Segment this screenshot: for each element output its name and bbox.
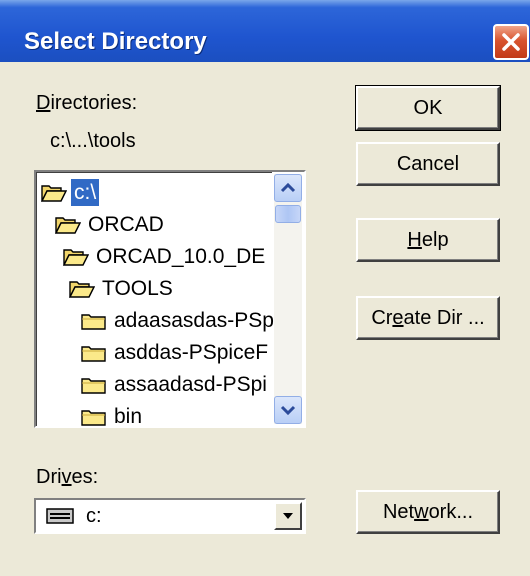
dropdown-arrow-icon — [283, 513, 293, 519]
drives-label: Drives: — [36, 466, 99, 488]
drives-dropdown-button[interactable] — [274, 502, 302, 530]
directory-item[interactable]: ORCAD_10.0_DE — [63, 241, 268, 272]
directory-item-label: adaasasdas-PSp — [114, 309, 274, 332]
folder-icon — [81, 409, 106, 426]
directory-item[interactable]: c:\ — [41, 177, 100, 208]
directory-item[interactable]: bin — [81, 401, 145, 428]
directory-item[interactable]: assaadasd-PSpi — [81, 369, 270, 400]
folder-icon — [81, 377, 106, 394]
directory-item[interactable]: asddas-PSpiceF — [81, 337, 271, 368]
window-title: Select Directory — [24, 28, 207, 55]
current-path: c:\...\tools — [50, 130, 136, 152]
help-button[interactable]: Help — [356, 218, 500, 262]
close-icon — [502, 33, 520, 51]
open-folder-icon — [55, 216, 81, 234]
selected-drive: c: — [86, 505, 102, 527]
network-button[interactable]: Network... — [356, 490, 500, 534]
directory-item-label: bin — [114, 405, 143, 428]
directory-item-label: TOOLS — [102, 277, 173, 300]
close-button[interactable] — [493, 24, 529, 60]
create-dir-button[interactable]: Create Dir ... — [356, 296, 500, 340]
chevron-up-icon — [280, 182, 296, 193]
hard-drive-icon — [46, 508, 74, 524]
directory-scrollbar[interactable] — [274, 174, 302, 424]
ok-button[interactable]: OK — [355, 85, 501, 131]
title-bar[interactable]: Select Directory — [0, 0, 530, 62]
cancel-button[interactable]: Cancel — [356, 142, 500, 186]
open-folder-icon — [63, 248, 89, 266]
scroll-up-button[interactable] — [274, 174, 302, 202]
directory-item[interactable]: adaasasdas-PSp — [81, 305, 277, 336]
directory-item-label: assaadasd-PSpi — [114, 373, 267, 396]
directory-item-label: ORCAD_10.0_DE — [96, 245, 266, 268]
directory-item[interactable]: TOOLS — [69, 273, 176, 304]
open-folder-icon — [69, 280, 95, 298]
scroll-down-button[interactable] — [274, 396, 302, 424]
directory-item-label: ORCAD — [88, 213, 164, 236]
open-folder-icon — [41, 184, 67, 202]
chevron-down-icon — [280, 405, 296, 416]
directory-item-label: asddas-PSpiceF — [114, 341, 269, 364]
folder-icon — [81, 345, 106, 362]
directory-list[interactable]: c:\ ORCAD ORCAD_10.0_DE TOOLS adaasasdas-PSp… — [34, 170, 306, 428]
directory-item-label: c:\ — [71, 179, 100, 206]
folder-icon — [81, 313, 106, 330]
directories-label: Directories: — [36, 92, 138, 114]
directory-item[interactable]: ORCAD — [55, 209, 167, 240]
drives-select[interactable]: c: — [34, 498, 306, 534]
scroll-thumb[interactable] — [275, 205, 301, 223]
